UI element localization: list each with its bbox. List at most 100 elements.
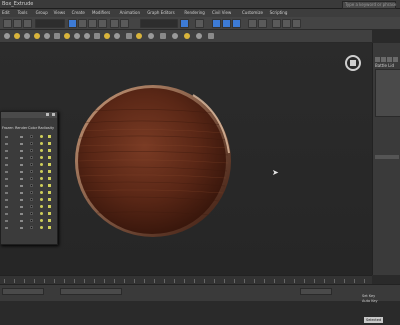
menu-item[interactable]: Customize <box>242 9 263 17</box>
menu-item[interactable]: Rendering <box>184 9 204 17</box>
rect-selection-icon[interactable] <box>88 19 97 28</box>
menu-item[interactable]: Edit <box>2 9 10 17</box>
table-row[interactable] <box>2 225 54 231</box>
ribbon-tool-icon[interactable] <box>184 33 190 39</box>
color-swatch[interactable] <box>30 184 33 187</box>
ribbon-tool-icon[interactable] <box>160 33 166 39</box>
edit-named-selection-icon[interactable] <box>195 19 204 28</box>
menu-item[interactable]: Modifiers <box>92 9 110 17</box>
light-icon[interactable] <box>48 156 51 159</box>
link-icon[interactable] <box>23 19 32 28</box>
render-toggle-icon[interactable] <box>20 227 23 229</box>
mirror-icon[interactable] <box>212 19 221 28</box>
light-icon[interactable] <box>48 191 51 194</box>
radiosity-icon[interactable] <box>40 198 43 201</box>
table-row[interactable] <box>2 197 54 203</box>
light-icon[interactable] <box>48 205 51 208</box>
menu-item[interactable]: Views <box>54 9 66 17</box>
light-icon[interactable] <box>48 170 51 173</box>
select-by-name-icon[interactable] <box>78 19 87 28</box>
frozen-toggle-icon[interactable] <box>5 178 8 180</box>
close-icon[interactable] <box>52 113 55 116</box>
color-swatch[interactable] <box>30 226 33 229</box>
frozen-toggle-icon[interactable] <box>5 164 8 166</box>
selected-dropdown[interactable]: Selected <box>364 317 384 323</box>
render-toggle-icon[interactable] <box>20 150 23 152</box>
color-swatch[interactable] <box>30 219 33 222</box>
radiosity-icon[interactable] <box>40 163 43 166</box>
menu-item[interactable]: Civil View <box>212 9 231 17</box>
light-icon[interactable] <box>48 184 51 187</box>
redo-icon[interactable] <box>13 19 22 28</box>
table-row[interactable] <box>2 218 54 224</box>
table-row[interactable] <box>2 162 54 168</box>
light-icon[interactable] <box>48 142 51 145</box>
window-crossing-icon[interactable] <box>98 19 107 28</box>
move-icon[interactable] <box>110 19 119 28</box>
ribbon-tool-icon[interactable] <box>208 33 214 39</box>
render-toggle-icon[interactable] <box>20 199 23 201</box>
pin-icon[interactable] <box>46 113 49 116</box>
render-toggle-icon[interactable] <box>20 164 23 166</box>
timeline-slider[interactable] <box>0 275 372 284</box>
render-toggle-icon[interactable] <box>20 220 23 222</box>
frozen-toggle-icon[interactable] <box>5 213 8 215</box>
ribbon-tool-icon[interactable] <box>114 33 120 39</box>
ribbon-tool-icon[interactable] <box>54 33 60 39</box>
color-swatch[interactable] <box>30 191 33 194</box>
column-radiosity[interactable]: Radiosity <box>38 126 54 130</box>
column-render[interactable]: Render <box>15 126 27 130</box>
ribbon-tool-icon[interactable] <box>104 33 110 39</box>
ribbon-tool-icon[interactable] <box>84 33 90 39</box>
frozen-toggle-icon[interactable] <box>5 220 8 222</box>
coordinate-field[interactable] <box>300 288 332 295</box>
menu-item[interactable]: Create <box>72 9 85 17</box>
named-selection-dropdown[interactable] <box>140 19 178 28</box>
color-swatch[interactable] <box>30 156 33 159</box>
modifier-stack[interactable] <box>375 69 400 117</box>
table-row[interactable] <box>2 134 54 140</box>
menu-item[interactable]: Tools <box>18 9 28 17</box>
frozen-toggle-icon[interactable] <box>5 206 8 208</box>
light-icon[interactable] <box>48 212 51 215</box>
color-swatch[interactable] <box>30 163 33 166</box>
search-field[interactable]: Type a keyword or phrase <box>342 1 396 9</box>
light-icon[interactable] <box>48 149 51 152</box>
color-swatch[interactable] <box>30 135 33 138</box>
frozen-toggle-icon[interactable] <box>5 185 8 187</box>
frozen-toggle-icon[interactable] <box>5 227 8 229</box>
radiosity-icon[interactable] <box>40 177 43 180</box>
table-row[interactable] <box>2 155 54 161</box>
light-icon[interactable] <box>48 177 51 180</box>
render-toggle-icon[interactable] <box>20 143 23 145</box>
ribbon-tool-icon[interactable] <box>24 33 30 39</box>
table-row[interactable] <box>2 204 54 210</box>
snaps-toggle-icon[interactable] <box>180 19 189 28</box>
ribbon-tool-icon[interactable] <box>172 33 178 39</box>
frozen-toggle-icon[interactable] <box>5 171 8 173</box>
render-toggle-icon[interactable] <box>20 206 23 208</box>
table-row[interactable] <box>2 190 54 196</box>
ribbon-tool-icon[interactable] <box>74 33 80 39</box>
table-row[interactable] <box>2 141 54 147</box>
ribbon-tool-icon[interactable] <box>148 33 154 39</box>
table-row[interactable] <box>2 183 54 189</box>
color-swatch[interactable] <box>30 177 33 180</box>
light-icon[interactable] <box>48 135 51 138</box>
ribbon-tool-icon[interactable] <box>14 33 20 39</box>
stack-controls[interactable] <box>375 155 399 159</box>
color-swatch[interactable] <box>30 205 33 208</box>
viewcube-stop-icon[interactable] <box>345 55 361 71</box>
table-row[interactable] <box>2 211 54 217</box>
ribbon-tool-icon[interactable] <box>126 33 132 39</box>
undo-icon[interactable] <box>3 19 12 28</box>
maxscript-listener-field[interactable] <box>2 288 44 295</box>
ribbon-tool-icon[interactable] <box>136 33 142 39</box>
render-toggle-icon[interactable] <box>20 136 23 138</box>
color-swatch[interactable] <box>30 198 33 201</box>
radiosity-icon[interactable] <box>40 226 43 229</box>
curve-editor-icon[interactable] <box>248 19 257 28</box>
menu-item[interactable]: Animation <box>120 9 140 17</box>
radiosity-icon[interactable] <box>40 156 43 159</box>
frozen-toggle-icon[interactable] <box>5 157 8 159</box>
